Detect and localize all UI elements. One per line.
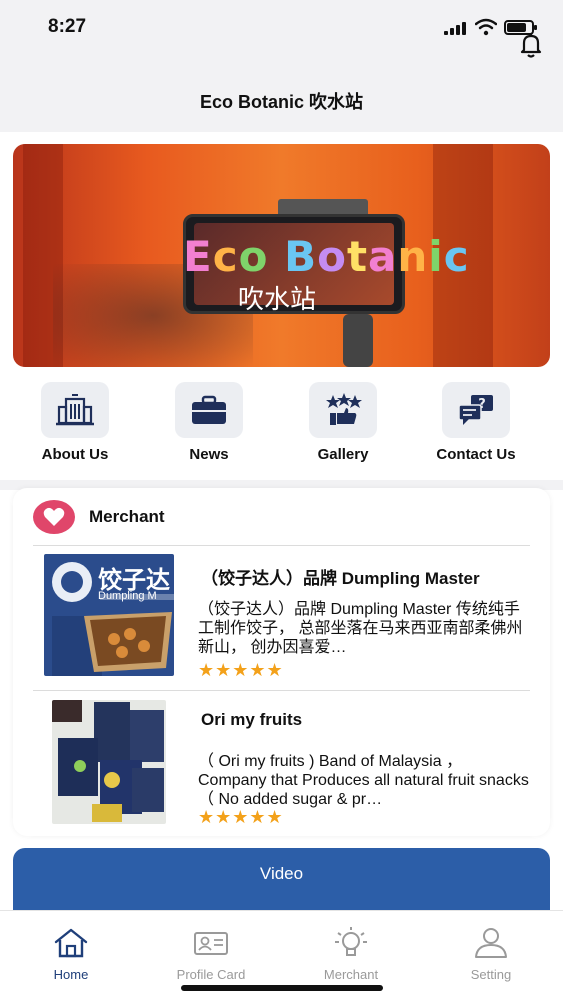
home-indicator[interactable] — [181, 985, 383, 991]
star-rating: ★★★★★ — [198, 807, 284, 827]
merchant-description: （饺子达人）品牌 Dumpling Master 传统纯手工制作饺子， 总部坐落… — [198, 601, 523, 656]
merchant-thumbnail: 饺子达 Dumpling M — [44, 554, 174, 676]
merchant-name: Ori my fruits — [201, 710, 303, 729]
quick-nav-contact-us[interactable]: ? Contact Us — [416, 382, 536, 463]
banner-letter: c — [443, 232, 470, 281]
signal-icon — [444, 22, 466, 35]
tab-label: Home — [53, 967, 89, 982]
building-icon — [56, 394, 94, 426]
divider — [33, 545, 530, 546]
quick-nav-label: News — [189, 446, 229, 463]
fruit-snacks-photo — [52, 700, 166, 824]
banner-letter: B — [284, 232, 318, 281]
home-icon — [54, 928, 88, 958]
merchant-section-title: Merchant — [89, 507, 165, 526]
merchant-thumbnail — [52, 700, 166, 824]
merchant-item-ori-my-fruits[interactable]: Ori my fruits （ Ori my fruits ) Band of … — [13, 700, 550, 836]
quick-nav-about-us[interactable]: About Us — [15, 382, 135, 463]
main-content[interactable]: Eco Botanic 吹水站 About Us News Gallery ? … — [0, 132, 563, 910]
star-rating: ★★★★★ — [198, 660, 284, 680]
quick-nav-news[interactable]: News — [149, 382, 269, 463]
quick-nav: About Us News Gallery ? Contact Us — [0, 382, 563, 472]
tab-home[interactable]: Home — [1, 927, 141, 982]
heart-icon — [43, 507, 65, 526]
merchant-section: Merchant 饺子达 Dumpling M （饺子达人）品牌 Dumplin… — [13, 488, 550, 836]
tab-setting[interactable]: Setting — [421, 927, 561, 982]
tab-profile-card[interactable]: Profile Card — [141, 927, 281, 982]
banner-letter: o — [238, 232, 269, 281]
merchant-item-dumpling-master[interactable]: 饺子达 Dumpling M （饺子达人）品牌 Dumpling Master … — [13, 554, 550, 690]
divider — [33, 690, 530, 691]
wifi-icon — [475, 18, 497, 36]
bell-icon[interactable] — [516, 30, 546, 60]
banner-letter: E — [183, 232, 213, 281]
banner-letter — [268, 232, 284, 281]
banner-letter: i — [428, 232, 444, 281]
chat-question-icon: ? — [458, 395, 493, 425]
thumbnail-subtext: Dumpling M — [98, 590, 157, 602]
id-card-icon — [194, 932, 228, 955]
banner-letter: c — [212, 232, 239, 281]
stars-thumb-icon — [326, 393, 362, 425]
status-time: 8:27 — [48, 16, 87, 37]
briefcase-icon — [192, 395, 226, 424]
merchant-header[interactable]: Merchant — [13, 488, 550, 544]
banner-letter: t — [346, 232, 369, 281]
tab-label: Profile Card — [176, 967, 246, 982]
quick-nav-gallery[interactable]: Gallery — [283, 382, 403, 463]
banner-letter: o — [317, 232, 347, 281]
tab-label: Merchant — [323, 967, 379, 982]
gimbal-arm — [343, 314, 373, 367]
quick-nav-label: Contact Us — [436, 446, 516, 463]
banner-title: Eco Botanic — [183, 232, 470, 281]
banner-subtitle: 吹水站 — [238, 285, 317, 315]
promo-banner[interactable]: Eco Botanic 吹水站 — [13, 144, 550, 367]
tab-label: Setting — [470, 967, 512, 982]
tab-merchant[interactable]: Merchant — [281, 927, 421, 982]
banner-letter: n — [397, 232, 429, 281]
heart-badge — [33, 500, 75, 534]
nav-header: Eco Botanic 吹水站 — [0, 60, 563, 132]
page-title: Eco Botanic 吹水站 — [199, 92, 364, 112]
user-icon — [475, 928, 507, 958]
status-bar: 8:27 — [0, 0, 563, 60]
quick-nav-label: Gallery — [317, 446, 369, 463]
lightbulb-icon — [335, 927, 367, 956]
merchant-description: （ Ori my fruits ) Band of Malaysia ， Com… — [198, 753, 529, 808]
banner-letter: a — [368, 232, 398, 281]
merchant-name: （饺子达人）品牌 Dumpling Master — [201, 569, 480, 588]
video-label: Video — [259, 864, 304, 883]
video-section-button[interactable]: Video — [13, 848, 550, 910]
quick-nav-label: About Us — [41, 446, 109, 463]
